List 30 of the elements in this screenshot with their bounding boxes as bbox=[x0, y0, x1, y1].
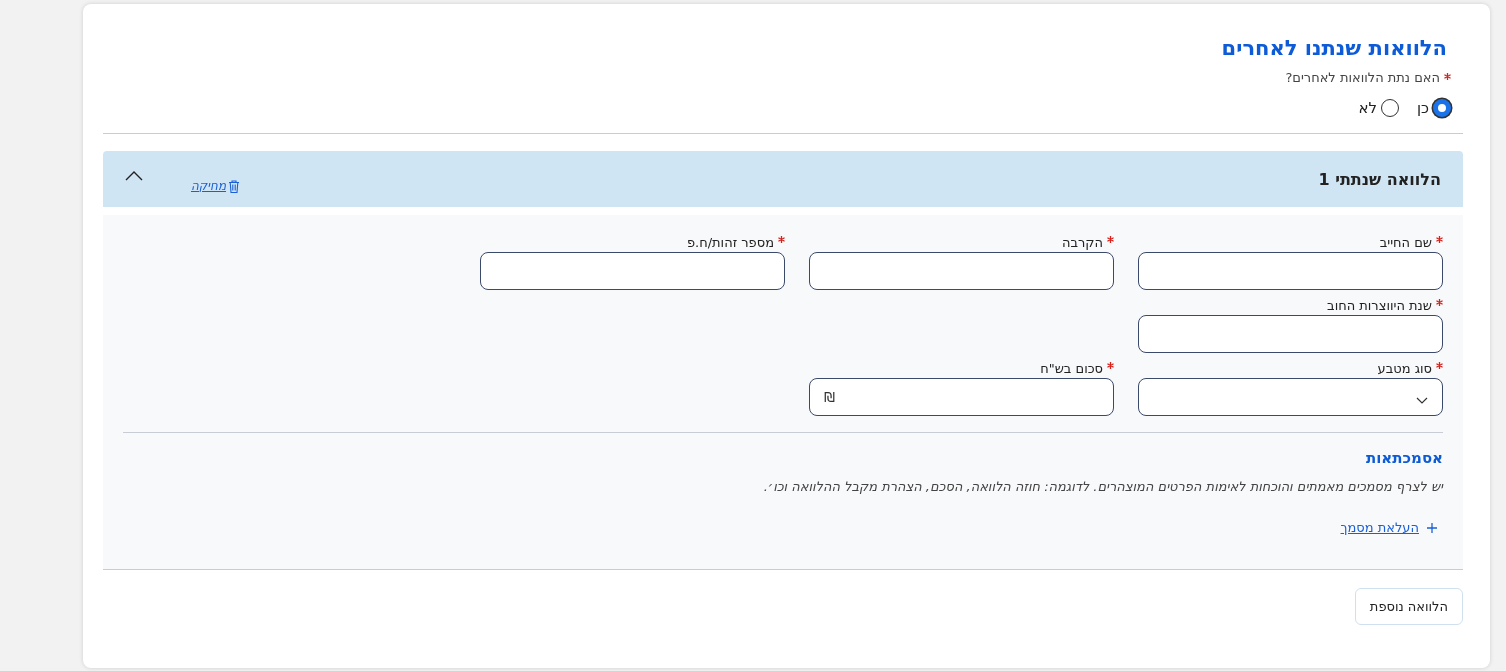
documents-description: יש לצרף מסמכים מאמתים והוכחות לאימות הפרטים המוצהרים. לדוגמה: חוזה הלוואה, הסכם, הצהרת מקבל ההלוואה וכו׳. bbox=[762, 479, 1443, 494]
section-title: הלוואות שנתנו לאחרים bbox=[1220, 35, 1447, 62]
chevron-down-icon bbox=[1416, 396, 1428, 404]
input-field[interactable]: ₪ bbox=[809, 378, 1114, 416]
field-label: מספר זהות/ח.פ bbox=[686, 234, 774, 250]
field-label: סוג מטבע bbox=[1377, 360, 1432, 376]
accordion-header[interactable]: הלוואה שנתתי 1 מחיקה bbox=[103, 151, 1463, 207]
chevron-up-icon[interactable] bbox=[125, 171, 143, 181]
radio-button[interactable] bbox=[1433, 99, 1451, 117]
input-field[interactable] bbox=[1138, 315, 1443, 353]
radio-button[interactable] bbox=[1380, 99, 1399, 117]
field-label: הקרבה bbox=[1061, 234, 1103, 250]
trash-icon bbox=[228, 179, 241, 193]
field-label: סכום בש"ח bbox=[1040, 360, 1103, 376]
add-loan-button[interactable]: הלוואה נוספת bbox=[1354, 588, 1463, 625]
question-label: האם נתת הלוואות לאחרים? bbox=[1285, 70, 1440, 85]
field-label: שם החייב bbox=[1379, 234, 1432, 250]
upload-link[interactable]: העלאת מסמך bbox=[1340, 520, 1437, 535]
input-field[interactable] bbox=[480, 252, 785, 290]
input-field[interactable] bbox=[809, 252, 1114, 290]
currency-symbol: ₪ bbox=[824, 389, 835, 405]
plus-icon bbox=[1427, 522, 1437, 533]
input-field[interactable] bbox=[1138, 252, 1443, 290]
documents-title: אסמכתאות bbox=[1364, 449, 1443, 467]
radio-option[interactable]: כן bbox=[1416, 99, 1451, 117]
currency-dropdown[interactable] bbox=[1138, 378, 1443, 416]
field-label: שנת היווצרות החוב bbox=[1327, 297, 1432, 313]
radio-option[interactable]: לא bbox=[1358, 99, 1399, 117]
accordion-title: הלוואה שנתתי 1 bbox=[1318, 169, 1441, 189]
delete-link[interactable]: מחיקה bbox=[191, 179, 241, 193]
